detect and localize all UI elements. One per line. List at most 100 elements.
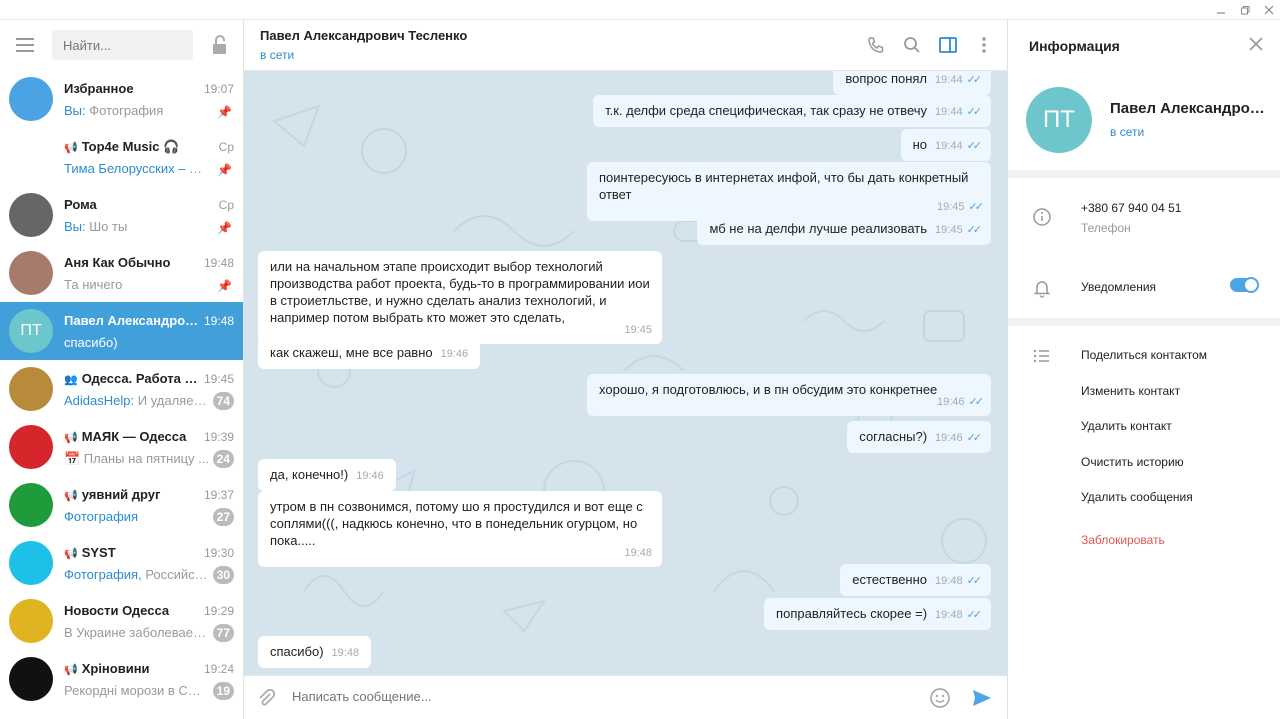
outgoing-message[interactable]: согласны?) 19:46 ✓✓ — [847, 421, 991, 453]
message-meta: 19:46 ✓✓ — [937, 394, 984, 411]
preview-sender: Вы: — [64, 103, 86, 118]
read-ticks-icon: ✓✓ — [966, 106, 983, 118]
emoji-icon[interactable] — [929, 687, 951, 712]
attach-icon[interactable] — [256, 688, 276, 711]
unread-badge: 24 — [212, 450, 234, 468]
read-ticks-icon: ✓✓ — [966, 140, 983, 152]
channel-mark-icon: 📢 — [64, 142, 78, 154]
chat-name: Избранное — [64, 81, 202, 96]
outgoing-message[interactable]: вопрос понял 19:44 ✓✓ — [833, 71, 991, 95]
message-text: согласны?) — [859, 429, 928, 444]
contact-phone[interactable]: +380 67 940 04 51 — [1081, 201, 1181, 215]
bookmark-icon — [9, 77, 53, 121]
delete-contact-action[interactable]: Удалить контакт — [1081, 419, 1172, 433]
bell-icon — [1032, 278, 1052, 298]
message-time: 19:46 — [935, 432, 963, 444]
outgoing-message[interactable]: мб не на делфи лучше реализовать 19:45 ✓✓ — [697, 213, 991, 245]
read-ticks-icon: ✓✓ — [966, 74, 983, 86]
chat-list-item[interactable]: Новости Одесса 19:29 В Украине заболеваем.… — [0, 592, 243, 650]
message-text: т.к. делфи среда специфическая, так сраз… — [605, 103, 928, 118]
outgoing-message[interactable]: естественно 19:48 ✓✓ — [840, 564, 991, 596]
sidebar-toggle-icon[interactable] — [938, 35, 958, 55]
chat-preview: 📅 Планы на пятницу ... — [64, 451, 209, 467]
chat-title: уявний друг — [81, 487, 161, 502]
chat-list-item[interactable]: Рома Ср Вы: Шо ты 📌 — [0, 186, 243, 244]
message-time: 19:48 — [935, 575, 963, 587]
chat-title: Top4e Music 🎧 — [81, 139, 180, 154]
chat-name: Павел Александров... — [64, 313, 202, 328]
chat-list-item[interactable]: 📢 Top4e Music 🎧 Ср Тима Белорусских – Я Б..… — [0, 128, 243, 186]
preview-text: спасибо) — [64, 335, 118, 350]
read-ticks-icon: ✓✓ — [966, 224, 983, 236]
chat-preview: Рекордні морози в СШ... — [64, 683, 209, 698]
incoming-message[interactable]: да, конечно!) 19:46 — [258, 459, 396, 491]
contact-phone-label: Телефон — [1081, 221, 1131, 235]
incoming-message[interactable]: утром в пн созвонимся, потому шо я прост… — [258, 491, 662, 567]
chat-time: 19:24 — [203, 662, 234, 676]
chat-list-item[interactable]: 👥 Одесса. Работа и... 19:45 AdidasHelp: И у… — [0, 360, 243, 418]
info-title: Информация — [1029, 38, 1120, 54]
search-input[interactable] — [52, 30, 193, 60]
outgoing-message[interactable]: поправляйтесь скорее =) 19:48 ✓✓ — [764, 598, 991, 630]
incoming-message[interactable]: или на начальном этапе происходит выбор … — [258, 251, 662, 344]
preview-sender: Тима Белорусских – Я Б... — [64, 161, 209, 176]
message-text: поинтересуюсь в интернетах инфой, что бы… — [599, 170, 969, 202]
outgoing-message[interactable]: т.к. делфи среда специфическая, так сраз… — [593, 95, 991, 127]
read-ticks-icon: ✓✓ — [968, 396, 984, 408]
chat-title: Хріновини — [81, 661, 150, 676]
hamburger-menu-icon[interactable] — [16, 38, 34, 52]
list-icon — [1032, 346, 1052, 366]
share-contact-action[interactable]: Поделиться контактом — [1081, 348, 1207, 362]
delete-messages-action[interactable]: Удалить сообщения — [1081, 490, 1193, 504]
maximize-icon[interactable] — [1234, 0, 1256, 20]
message-area[interactable]: вопрос понял 19:44 ✓✓ т.к. делфи среда спец… — [244, 71, 1007, 675]
close-icon[interactable] — [1248, 36, 1264, 52]
close-window-icon[interactable] — [1258, 0, 1280, 20]
chat-title: Новости Одесса — [64, 603, 170, 618]
chat-list-item[interactable]: 📢 SYST 19:30 Фотография, Российск... 30 — [0, 534, 243, 592]
chat-name: 📢 SYST — [64, 545, 202, 560]
preview-text: Рекордні морози в СШ... — [64, 683, 209, 698]
message-input[interactable] — [292, 689, 892, 704]
search-icon[interactable] — [902, 35, 922, 55]
chat-list-item[interactable]: ПТ Павел Александров... 19:48 спасибо) — [0, 302, 243, 360]
chat-name: Аня Как Обычно — [64, 255, 202, 270]
message-time: 19:45 — [935, 224, 963, 236]
phone-icon[interactable] — [866, 35, 886, 55]
outgoing-message[interactable]: но 19:44 ✓✓ — [900, 129, 991, 161]
chat-list-item[interactable]: 📢 МАЯК — Одесса 19:39 📅 Планы на пятницу ..… — [0, 418, 243, 476]
chat-list-item[interactable]: 📢 уявний друг 19:37 Фотография 27 — [0, 476, 243, 534]
clear-history-action[interactable]: Очистить историю — [1081, 455, 1184, 469]
message-text: спасибо) — [270, 644, 324, 659]
chat-time: 19:07 — [203, 82, 234, 96]
lock-icon[interactable] — [210, 34, 230, 56]
photo-avatar — [9, 367, 53, 411]
chat-list-item[interactable]: Избранное 19:07 Вы: Фотография 📌 — [0, 70, 243, 128]
notifications-toggle[interactable] — [1230, 277, 1259, 293]
block-user-action[interactable]: Заблокировать — [1081, 533, 1165, 547]
unread-badge: 19 — [212, 682, 234, 700]
chat-preview: AdidasHelp: И удаляешь — [64, 393, 209, 408]
preview-sender: AdidasHelp: — [64, 393, 135, 408]
contact-avatar[interactable]: ПТ — [1026, 87, 1092, 153]
preview-text: В Украине заболеваем... — [64, 625, 209, 640]
message-time: 19:48 — [624, 547, 652, 559]
divider — [1008, 318, 1280, 326]
send-icon[interactable] — [971, 687, 993, 712]
chat-list-item[interactable]: 📢 Хріновини 19:24 Рекордні морози в СШ... 19 — [0, 650, 243, 708]
message-text: да, конечно!) — [270, 467, 349, 482]
chat-title: Аня Как Обычно — [64, 255, 171, 270]
contact-name[interactable]: Павел Александрович Тесленко — [260, 28, 467, 43]
edit-contact-action[interactable]: Изменить контакт — [1081, 384, 1180, 398]
chat-title: Рома — [64, 197, 97, 212]
chat-list-item[interactable]: Аня Как Обычно 19:48 Та ничего 📌 — [0, 244, 243, 302]
more-options-icon[interactable] — [974, 35, 994, 55]
pin-icon: 📌 — [217, 221, 232, 235]
minimize-icon[interactable] — [1210, 0, 1232, 20]
chat-time: 19:29 — [203, 604, 234, 618]
message-time: 19:44 — [935, 74, 963, 86]
chat-name: 📢 уявний друг — [64, 487, 202, 502]
incoming-message[interactable]: спасибо) 19:48 — [258, 636, 372, 668]
incoming-message[interactable]: как скажеш, мне все равно 19:46 — [258, 337, 481, 369]
outgoing-message[interactable]: хорошо, я подготовлюсь, и в пн обсудим э… — [587, 374, 991, 416]
